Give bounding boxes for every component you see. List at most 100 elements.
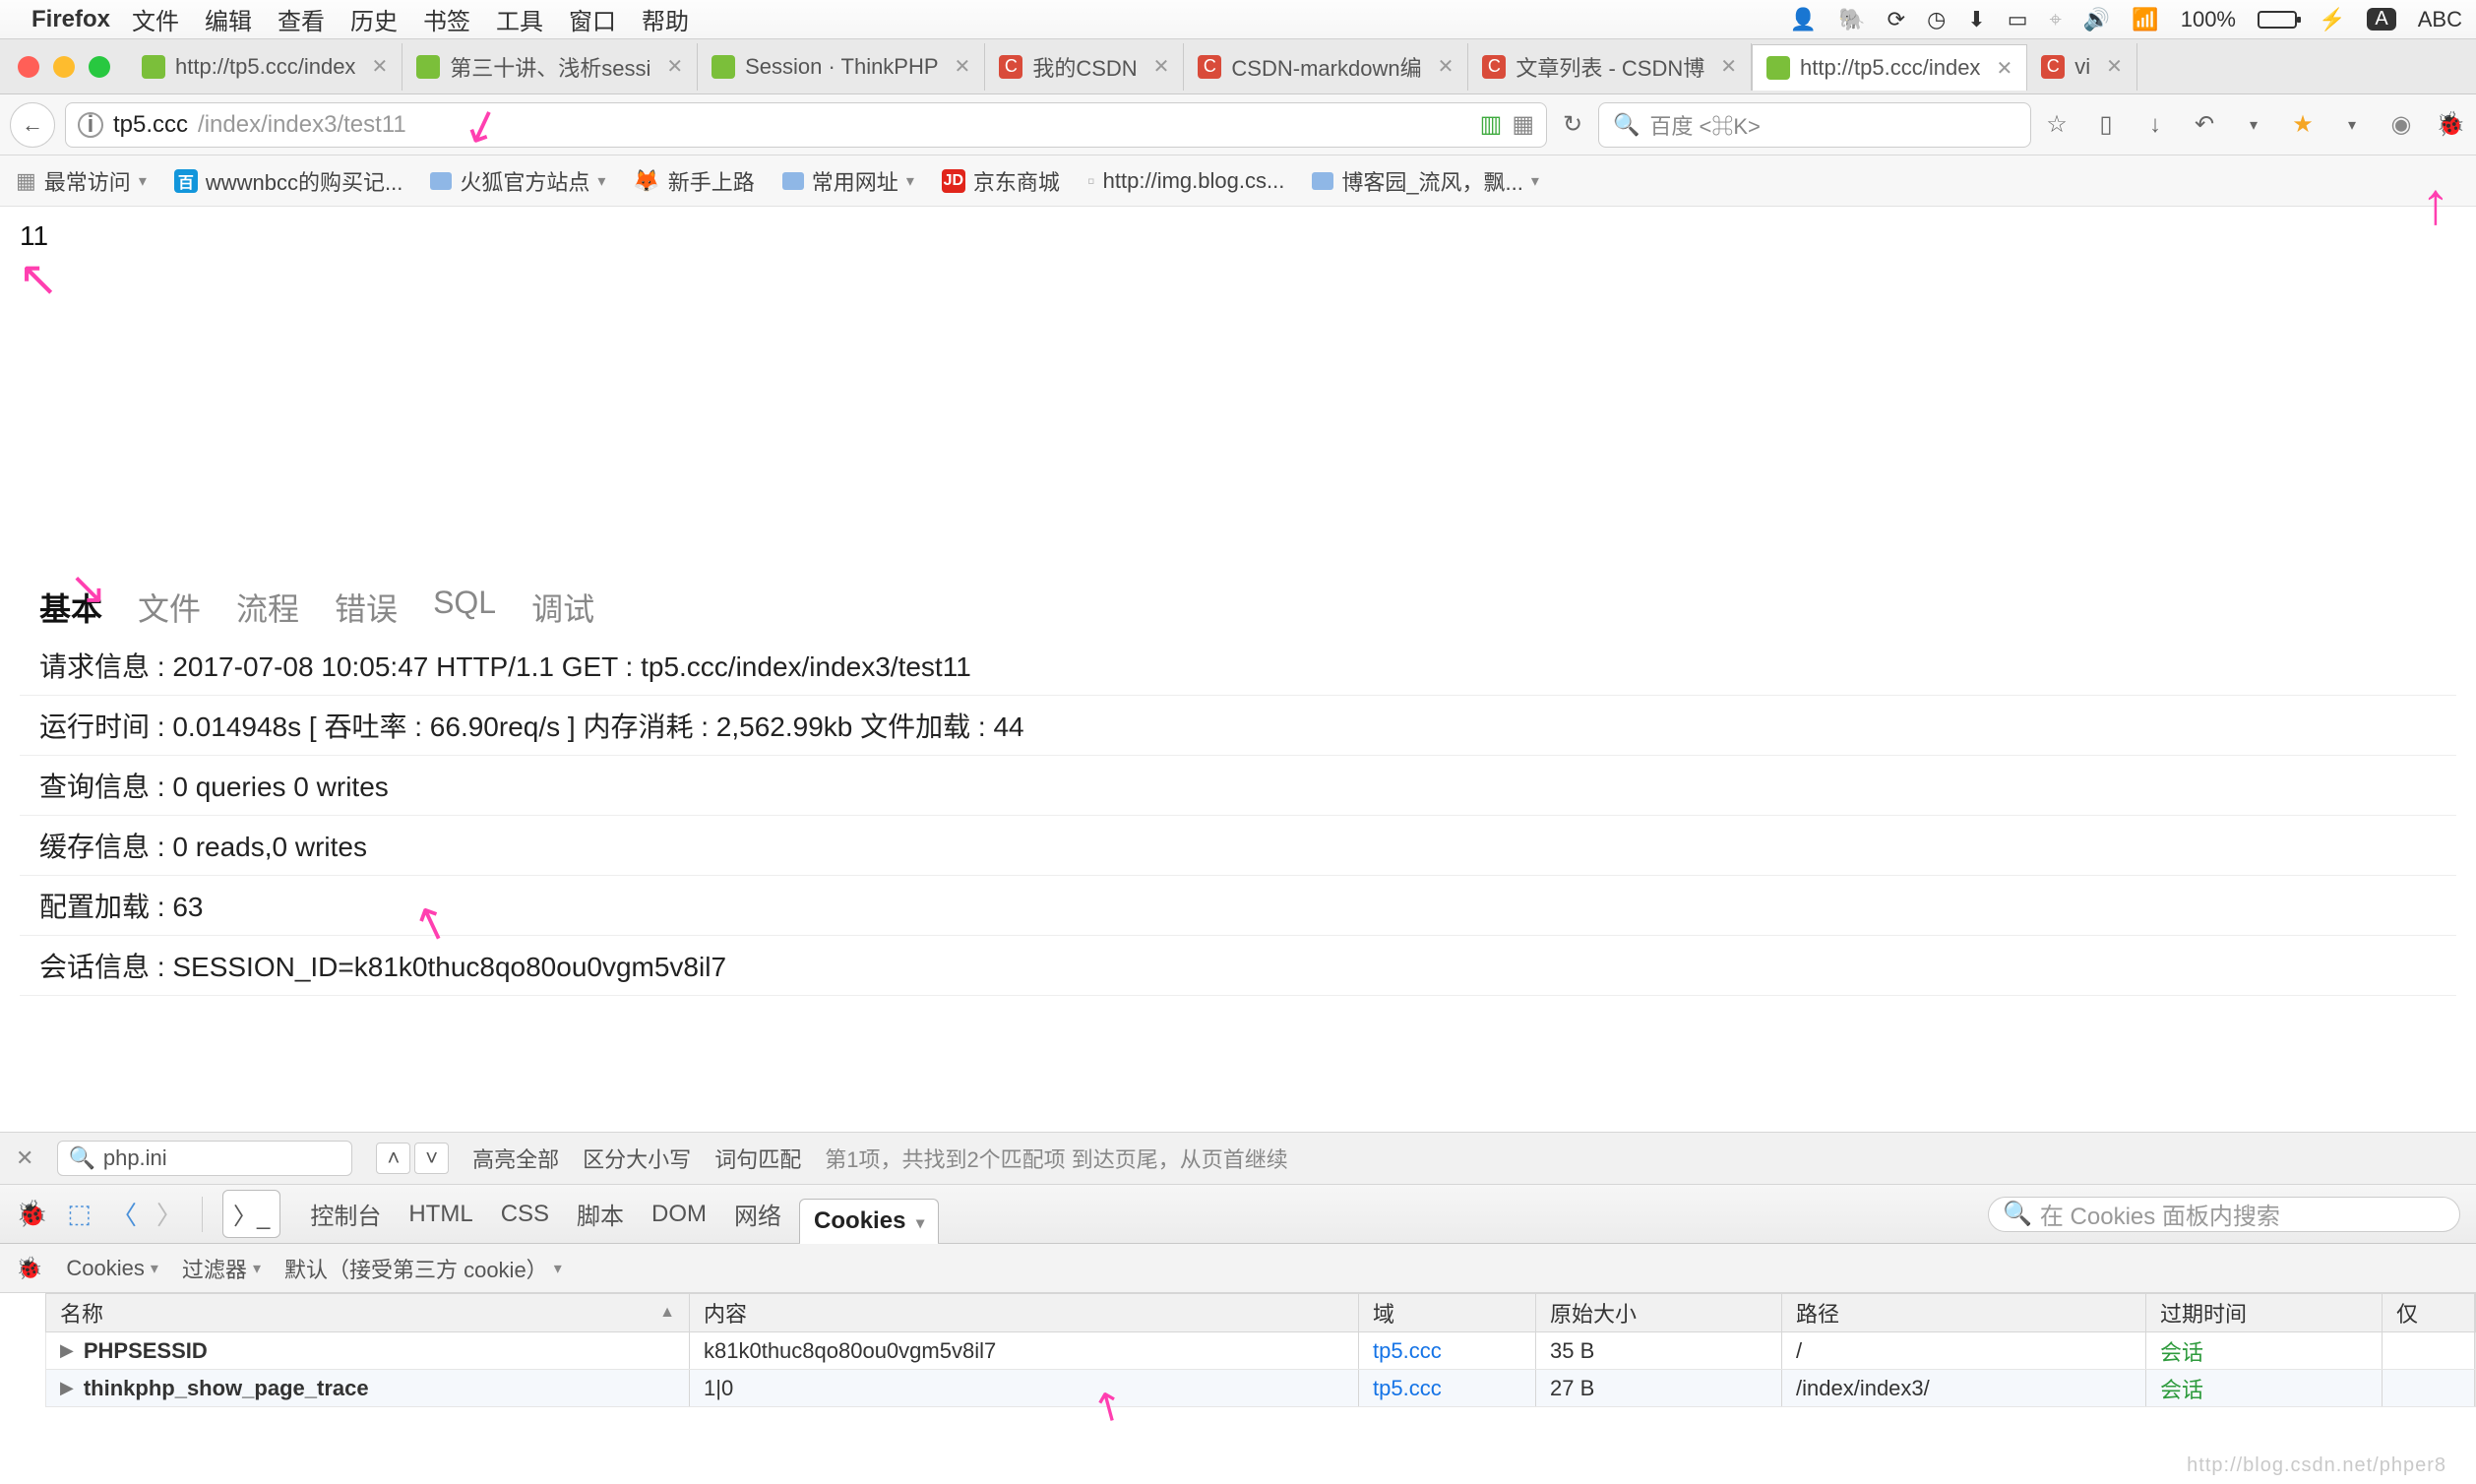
- browser-tab[interactable]: C文章列表 - CSDN博✕: [1468, 43, 1752, 91]
- reload-button[interactable]: ↻: [1557, 109, 1588, 141]
- menu-bookmarks[interactable]: 书签: [423, 2, 470, 36]
- cookies-filter[interactable]: 过滤器▾: [182, 1253, 261, 1284]
- chevron-down-icon[interactable]: ▾: [2238, 109, 2269, 141]
- cookie-row[interactable]: ▶thinkphp_show_page_trace1|0tp5.ccc27 B/…: [45, 1370, 2476, 1407]
- close-tab-icon[interactable]: ✕: [1996, 56, 2012, 81]
- close-findbar-button[interactable]: ✕: [16, 1145, 33, 1171]
- dev-forward-button[interactable]: 〉: [156, 1196, 182, 1232]
- find-highlight-all[interactable]: 高亮全部: [472, 1143, 559, 1174]
- firebug-icon[interactable]: 🐞: [2435, 109, 2466, 141]
- firebug-small-icon[interactable]: 🐞: [16, 1256, 42, 1281]
- download-icon[interactable]: ⬇: [1967, 7, 1985, 32]
- debug-tab[interactable]: 调试: [531, 585, 594, 630]
- browser-tab[interactable]: http://tp5.ccc/index✕: [1752, 44, 2027, 91]
- input-badge[interactable]: A: [2367, 8, 2395, 31]
- menu-history[interactable]: 历史: [350, 2, 398, 36]
- col-size[interactable]: 原始大小: [1536, 1294, 1782, 1331]
- cookie-row[interactable]: ▶PHPSESSIDk81k0thuc8qo80ou0vgm5v8il7tp5.…: [45, 1332, 2476, 1370]
- close-tab-icon[interactable]: ✕: [371, 54, 388, 79]
- chevron-down-icon[interactable]: ▾: [2336, 109, 2368, 141]
- element-picker-icon[interactable]: ⬚: [67, 1199, 92, 1229]
- devtools-tab[interactable]: Cookies ▾: [799, 1199, 939, 1245]
- firebug-icon[interactable]: 🐞: [16, 1199, 47, 1229]
- menu-help[interactable]: 帮助: [642, 2, 689, 36]
- debug-tab[interactable]: 流程: [236, 585, 299, 630]
- find-whole-word[interactable]: 词句匹配: [714, 1143, 801, 1174]
- browser-tab[interactable]: Cvi✕: [2027, 43, 2137, 91]
- browser-tab[interactable]: CCSDN-markdown编✕: [1184, 43, 1468, 91]
- console-toggle-icon[interactable]: 〉_: [222, 1190, 280, 1238]
- volume-icon[interactable]: 🔊: [2083, 7, 2110, 32]
- qr-icon[interactable]: ▦: [1512, 110, 1534, 139]
- close-tab-icon[interactable]: ✕: [2106, 54, 2123, 79]
- disclosure-icon[interactable]: ▶: [60, 1378, 74, 1398]
- close-tab-icon[interactable]: ✕: [666, 54, 683, 79]
- close-window-icon[interactable]: [18, 56, 39, 78]
- downloads-icon[interactable]: ↓: [2139, 109, 2171, 141]
- back-button[interactable]: ←: [10, 102, 55, 148]
- bookmark-item[interactable]: 常用网址▾: [782, 165, 914, 197]
- app-name[interactable]: Firefox: [31, 6, 110, 33]
- battery-icon[interactable]: [2258, 11, 2297, 29]
- browser-tab[interactable]: http://tp5.ccc/index✕: [128, 43, 402, 91]
- col-expires[interactable]: 过期时间: [2146, 1294, 2383, 1331]
- devtools-tab[interactable]: DOM: [642, 1195, 716, 1234]
- shield-icon[interactable]: ▥: [1480, 110, 1503, 139]
- debug-tab[interactable]: 文件: [138, 585, 201, 630]
- reader-icon[interactable]: ▯: [2090, 109, 2122, 141]
- close-tab-icon[interactable]: ✕: [955, 54, 971, 79]
- debug-tab[interactable]: SQL: [433, 585, 496, 630]
- display-icon[interactable]: ▭: [2008, 7, 2028, 32]
- bookmark-star-icon[interactable]: ☆: [2041, 109, 2073, 141]
- cookies-menu[interactable]: Cookies▾: [66, 1256, 158, 1281]
- bookmark-item[interactable]: 火狐官方站点▾: [430, 165, 605, 197]
- browser-tab[interactable]: Session · ThinkPHP✕: [698, 43, 985, 91]
- bookmark-item[interactable]: JD京东商城: [942, 165, 1060, 197]
- maximize-window-icon[interactable]: [89, 56, 110, 78]
- clock-icon[interactable]: ◷: [1927, 7, 1946, 32]
- close-tab-icon[interactable]: ✕: [1438, 54, 1455, 79]
- input-source[interactable]: ABC: [2418, 7, 2462, 32]
- wifi-icon[interactable]: 📶: [2132, 7, 2158, 32]
- devtools-search[interactable]: 🔍 在 Cookies 面板内搜索: [1988, 1197, 2460, 1232]
- devtools-tab[interactable]: HTML: [399, 1195, 482, 1234]
- browser-tab[interactable]: 第三十讲、浅析sessi✕: [402, 43, 698, 91]
- menu-file[interactable]: 文件: [132, 2, 179, 36]
- menu-window[interactable]: 窗口: [569, 2, 616, 36]
- devtools-tab[interactable]: 脚本: [567, 1191, 634, 1237]
- bookmark-item[interactable]: ▫http://img.blog.cs...: [1087, 168, 1284, 194]
- close-tab-icon[interactable]: ✕: [1720, 54, 1737, 79]
- close-tab-icon[interactable]: ✕: [1153, 54, 1170, 79]
- sync-icon[interactable]: ⟳: [1888, 7, 1905, 32]
- bookmark-item[interactable]: ▦最常访问▾: [16, 165, 147, 197]
- col-domain[interactable]: 域: [1359, 1294, 1536, 1331]
- bookmark-item[interactable]: 🦊新手上路: [633, 165, 754, 197]
- col-value[interactable]: 内容: [690, 1294, 1359, 1331]
- debug-tab[interactable]: 错误: [335, 585, 398, 630]
- find-next-button[interactable]: ˅: [414, 1143, 449, 1174]
- col-more[interactable]: 仅: [2383, 1294, 2475, 1331]
- menu-tools[interactable]: 工具: [496, 2, 543, 36]
- favorite-icon[interactable]: ★: [2287, 109, 2319, 141]
- find-input[interactable]: 🔍 php.ini: [57, 1141, 352, 1176]
- find-prev-button[interactable]: ˄: [376, 1143, 410, 1174]
- history-back-icon[interactable]: ↶: [2189, 109, 2220, 141]
- devtools-tab[interactable]: 网络: [724, 1191, 791, 1237]
- cookies-default[interactable]: 默认（接受第三方 cookie）▾: [284, 1253, 562, 1284]
- site-info-icon[interactable]: i: [78, 112, 103, 138]
- browser-tab[interactable]: C我的CSDN✕: [985, 43, 1184, 91]
- disclosure-icon[interactable]: ▶: [60, 1340, 74, 1361]
- menu-view[interactable]: 查看: [278, 2, 325, 36]
- bookmark-item[interactable]: 博客园_流风，飘...▾: [1312, 165, 1539, 197]
- devtools-tab[interactable]: CSS: [491, 1195, 559, 1234]
- find-case-sensitive[interactable]: 区分大小写: [583, 1143, 691, 1174]
- dev-back-button[interactable]: 〈: [111, 1196, 137, 1232]
- minimize-window-icon[interactable]: [53, 56, 75, 78]
- address-bar[interactable]: i tp5.ccc/index/index3/test11 ▥ ▦: [65, 102, 1547, 148]
- col-name[interactable]: 名称▲: [46, 1294, 690, 1331]
- bookmark-item[interactable]: 百wwwnbcc的购买记...: [174, 165, 402, 197]
- col-path[interactable]: 路径: [1782, 1294, 2146, 1331]
- bluetooth-icon[interactable]: ⌖: [2050, 7, 2062, 32]
- adblock-icon[interactable]: ◉: [2385, 109, 2417, 141]
- search-box[interactable]: 🔍 百度 <⌘K>: [1598, 102, 2031, 148]
